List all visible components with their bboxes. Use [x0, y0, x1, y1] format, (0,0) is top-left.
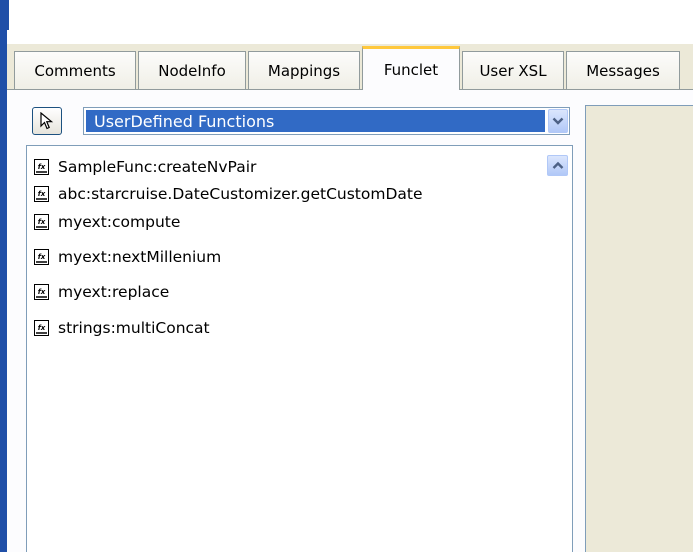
function-label: SampleFunc:createNvPair	[58, 158, 257, 176]
tab-messages[interactable]: Messages	[566, 51, 680, 89]
function-label: abc:starcruise.DateCustomizer.getCustomD…	[58, 185, 423, 203]
tab-mappings[interactable]: Mappings	[248, 51, 360, 89]
svg-text:fx: fx	[38, 288, 46, 296]
scroll-up-button[interactable]	[547, 155, 568, 176]
tab-user-xsl[interactable]: User XSL	[462, 51, 564, 89]
svg-text:fx: fx	[38, 218, 46, 226]
function-fx-icon: fx	[34, 284, 49, 300]
tab-label: User XSL	[479, 61, 547, 80]
list-item-function[interactable]: fx SampleFunc:createNvPair	[34, 154, 256, 180]
function-fx-icon: fx	[34, 214, 49, 230]
tab-label: Funclet	[383, 60, 439, 79]
dropdown-selected-value: UserDefined Functions	[86, 110, 545, 132]
list-item-function[interactable]: fx strings:multiConcat	[34, 315, 210, 341]
tab-bar-divider	[7, 89, 693, 90]
tab-label: Mappings	[267, 61, 341, 80]
tab-comments[interactable]: Comments	[14, 51, 136, 89]
select-tool-button[interactable]	[32, 107, 62, 135]
funclet-panel: UserDefined Functions fx SampleFunc:crea…	[7, 90, 693, 552]
function-list[interactable]: fx SampleFunc:createNvPair fx abc:starcr…	[26, 145, 573, 552]
list-item-function[interactable]: fx myext:replace	[34, 279, 169, 305]
function-fx-icon: fx	[34, 159, 49, 175]
cursor-pointer-icon	[40, 112, 54, 130]
function-category-select[interactable]: UserDefined Functions	[83, 107, 570, 135]
tab-label: NodeInfo	[158, 61, 226, 80]
svg-text:fx: fx	[38, 190, 46, 198]
function-label: myext:nextMillenium	[58, 248, 222, 266]
tab-bar: Comments NodeInfo Mappings Funclet User …	[7, 44, 693, 90]
window-left-border	[0, 0, 7, 552]
svg-text:fx: fx	[38, 324, 46, 332]
list-item-function[interactable]: fx abc:starcruise.DateCustomizer.getCust…	[34, 181, 423, 207]
svg-text:fx: fx	[38, 253, 46, 261]
svg-text:fx: fx	[38, 163, 46, 171]
tab-nodeinfo[interactable]: NodeInfo	[138, 51, 246, 89]
function-label: myext:compute	[58, 213, 181, 231]
top-blank-area	[9, 0, 693, 44]
function-fx-icon: fx	[34, 186, 49, 202]
list-item-function[interactable]: fx myext:nextMillenium	[34, 244, 221, 270]
chevron-up-icon	[552, 161, 563, 169]
funclet-detail-pane	[585, 105, 693, 552]
tab-label: Comments	[34, 61, 116, 80]
function-label: strings:multiConcat	[58, 319, 210, 337]
tab-label: Messages	[586, 61, 660, 80]
tab-funclet[interactable]: Funclet	[362, 46, 460, 90]
function-fx-icon: fx	[34, 320, 49, 336]
list-item-function[interactable]: fx myext:compute	[34, 209, 180, 235]
chevron-down-icon	[552, 117, 564, 125]
function-fx-icon: fx	[34, 249, 49, 265]
function-label: myext:replace	[58, 283, 170, 301]
dropdown-arrow-button[interactable]	[548, 109, 568, 133]
